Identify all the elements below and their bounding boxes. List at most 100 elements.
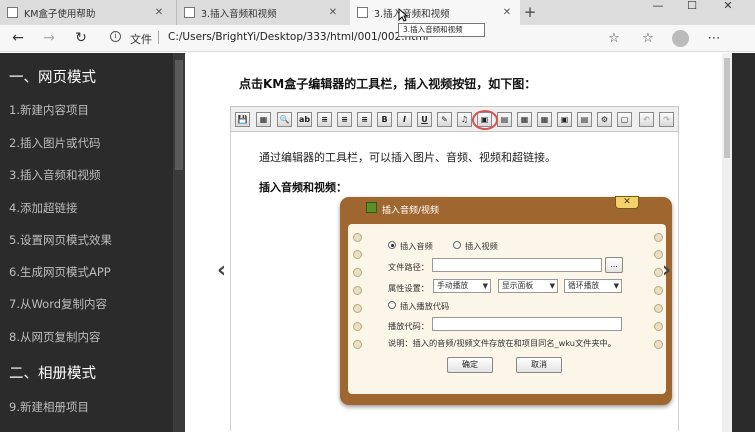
file-path-input: [432, 258, 602, 272]
address-input[interactable]: C:/Users/BrightYi/Desktop/333/html/001/0…: [168, 31, 428, 43]
panel-select: 显示面板 ▼: [498, 279, 558, 293]
dialog-note: 说明：插入的音频/视频文件存放在和项目同名_wku文件夹中。: [388, 338, 616, 348]
sidebar-item-copy-web[interactable]: 8.从网页复制内容: [9, 329, 100, 345]
italic-icon: I: [397, 112, 412, 127]
prev-arrow-icon[interactable]: ‹: [217, 258, 226, 283]
ok-button: 确定: [447, 357, 493, 373]
settings-icon: ⚙: [597, 112, 612, 127]
radio-video-label: 插入视频: [465, 241, 498, 251]
profile-avatar[interactable]: [672, 30, 689, 47]
sidebar-section-title: 二、相册模式: [9, 366, 96, 382]
close-icon: ✕: [615, 196, 639, 209]
sidebar-item-copy-word[interactable]: 7.从Word复制内容: [9, 296, 107, 312]
binder-ring-icon: [654, 286, 663, 295]
binder-ring-icon: [654, 322, 663, 331]
chevron-down-icon: ▼: [549, 282, 555, 290]
attr-label: 属性设置：: [388, 283, 429, 293]
tab-label: 3.插入音频和视频: [374, 8, 450, 20]
close-icon[interactable]: ✕: [501, 7, 513, 18]
image-icon: ✎: [437, 112, 452, 127]
binder-ring-icon: [654, 304, 663, 313]
tab-label: 3.插入音频和视频: [201, 8, 277, 20]
flash-icon: ▤: [497, 112, 512, 127]
page-icon: [357, 7, 368, 18]
new-tab-button[interactable]: +: [522, 2, 538, 22]
close-window-button[interactable]: ✕: [712, 0, 744, 14]
section-subheading: 插入音频和视频：: [259, 181, 347, 194]
collections-icon[interactable]: ☆: [638, 29, 658, 49]
binder-ring-icon: [654, 233, 663, 242]
sidebar-item-insert-av[interactable]: 3.插入音频和视频: [9, 167, 100, 183]
binder-ring-icon: [654, 340, 663, 349]
sidebar-item-new-album[interactable]: 9.新建相册项目: [9, 399, 89, 415]
back-button[interactable]: ←: [8, 29, 28, 49]
sidebar-item-add-link[interactable]: 4.添加超链接: [9, 200, 77, 216]
sidebar-item-new-content[interactable]: 1.新建内容项目: [9, 102, 89, 118]
app-icon: [366, 202, 377, 213]
favorite-star-icon[interactable]: ☆: [604, 29, 624, 49]
binder-ring-icon: [353, 250, 362, 259]
chevron-down-icon: ▼: [482, 282, 488, 290]
minimize-button[interactable]: —: [642, 0, 674, 14]
insert-icon: ▤: [577, 112, 592, 127]
html-icon: ▦: [256, 112, 271, 127]
tab-strip: KM盒子使用帮助 ✕ 3.插入音频和视频 ✕ 3.插入音频和视频 ✕ + — ☐…: [0, 0, 755, 25]
page-icon: [7, 7, 18, 18]
code-label: 播放代码：: [388, 321, 429, 331]
align-right-icon: ≡: [357, 112, 372, 127]
select-value: 显示面板: [502, 281, 534, 290]
zoom-icon: 🔍: [277, 112, 292, 127]
code-input: [432, 317, 622, 331]
forward-button[interactable]: →: [39, 29, 59, 49]
sidebar-scrollbar-thumb[interactable]: [175, 60, 183, 170]
more-menu-icon[interactable]: ⋯: [704, 29, 724, 49]
format-icon: ▢: [617, 112, 632, 127]
select-value: 循环播放: [568, 281, 600, 290]
align-left-icon: ≡: [317, 112, 332, 127]
tab-tooltip: 3.插入音频和视频: [398, 23, 485, 37]
save-icon: 💾: [235, 112, 250, 127]
redo-icon: ↷: [659, 112, 674, 127]
maximize-button[interactable]: ☐: [676, 0, 708, 14]
binder-ring-icon: [353, 286, 362, 295]
chevron-down-icon: ▼: [613, 282, 619, 290]
binder-ring-icon: [353, 268, 362, 277]
refresh-button[interactable]: ↻: [71, 29, 91, 49]
play-mode-select: 手动播放 ▼: [433, 279, 491, 293]
tab-label: KM盒子使用帮助: [24, 8, 96, 20]
close-icon[interactable]: ✕: [153, 7, 165, 18]
underline-icon: U: [417, 112, 432, 127]
radio-audio: [388, 241, 396, 249]
grid-icon: ▦: [537, 112, 552, 127]
radio-code: [388, 301, 396, 309]
next-arrow-icon[interactable]: ›: [662, 258, 671, 283]
file-path-label: 文件路径：: [388, 262, 429, 272]
sidebar-item-insert-image[interactable]: 2.插入图片或代码: [9, 135, 100, 151]
info-icon[interactable]: i: [110, 31, 121, 42]
tab-insert-av[interactable]: 3.插入音频和视频 ✕: [176, 0, 346, 25]
page-scrollbar-thumb[interactable]: [724, 58, 730, 158]
close-icon[interactable]: ✕: [327, 7, 339, 18]
browse-button: ...: [605, 257, 623, 273]
undo-icon: ↶: [639, 112, 654, 127]
select-value: 手动播放: [437, 281, 469, 290]
bold-icon: B: [377, 112, 392, 127]
sidebar-section-title: 一、网页模式: [9, 70, 96, 86]
tab-insert-av-active[interactable]: 3.插入音频和视频 ✕: [350, 0, 520, 25]
binder-ring-icon: [353, 322, 362, 331]
globe-icon: ▣: [557, 112, 572, 127]
dialog-panel: [348, 224, 666, 394]
tab-km-help[interactable]: KM盒子使用帮助 ✕: [0, 0, 172, 25]
sidebar-item-generate-app[interactable]: 6.生成网页模式APP: [9, 264, 111, 280]
radio-code-label: 插入播放代码: [400, 301, 450, 311]
cancel-button: 取消: [516, 357, 562, 373]
audio-icon: ♫: [457, 112, 472, 127]
dialog-title: 插入音频/视频: [382, 206, 440, 216]
page-heading: 点击KM盒子编辑器的工具栏，插入视频按钮，如下图：: [239, 77, 537, 91]
radio-audio-label: 插入音频: [400, 241, 433, 251]
page-icon: [184, 7, 195, 18]
scheme-label: 文件: [130, 33, 152, 46]
binder-ring-icon: [353, 340, 362, 349]
sidebar-item-page-effect[interactable]: 5.设置网页模式效果: [9, 232, 112, 248]
table-icon: ▦: [517, 112, 532, 127]
